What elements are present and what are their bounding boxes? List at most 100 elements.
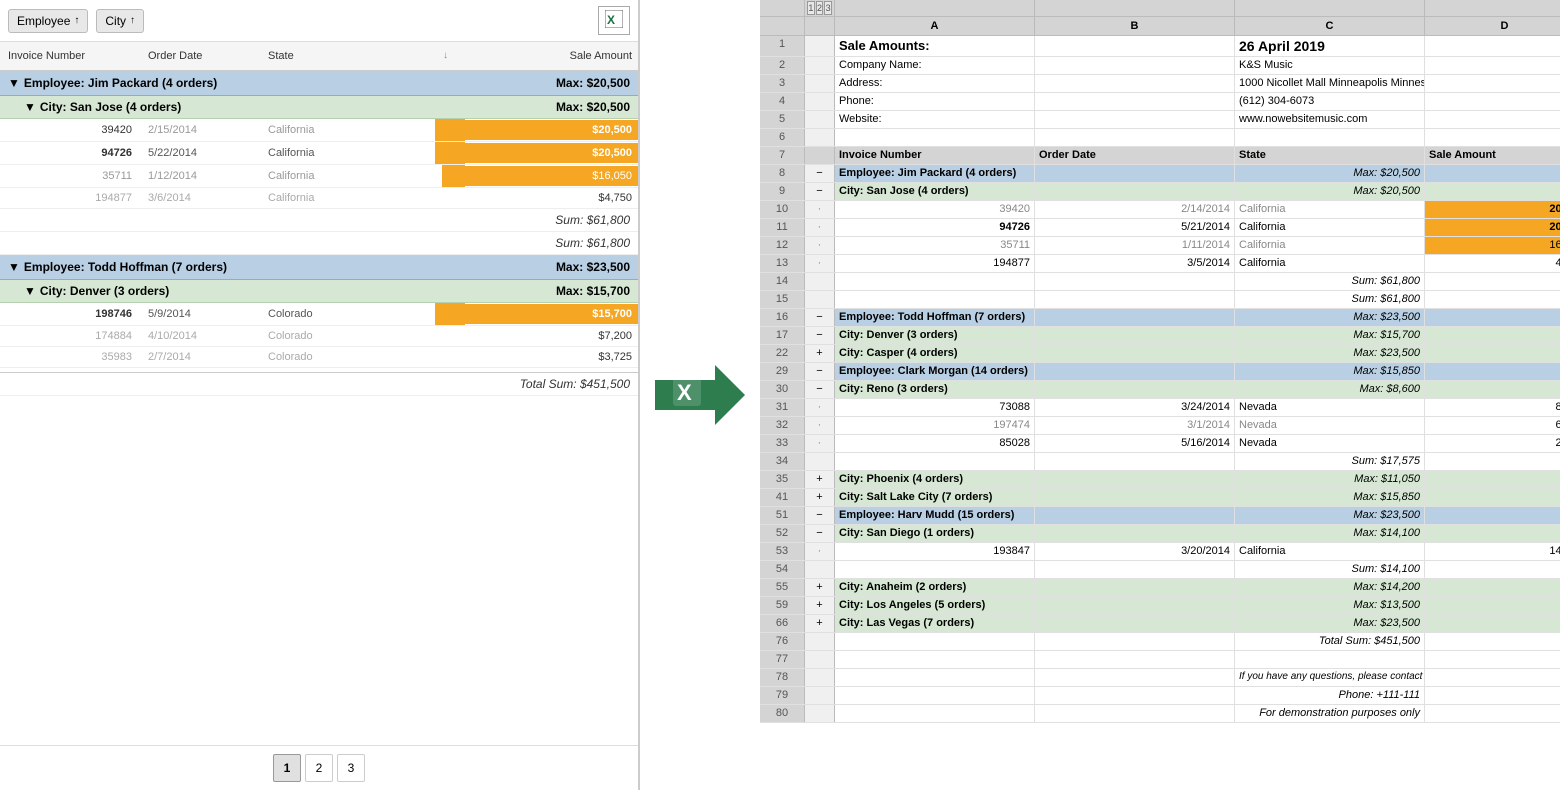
row-num: 10 [760,201,805,218]
cell-D1 [1425,36,1560,56]
page-1-button[interactable]: 1 [273,754,301,782]
outline-level-2[interactable]: 2 [816,1,824,15]
cell-C76: Total Sum: $451,500 [1235,633,1425,650]
row-ctrl: · [805,201,835,218]
city-expand-icon[interactable]: ▼ [24,100,36,114]
row-ctrl[interactable]: + [805,579,835,596]
left-data-body[interactable]: ▼ Employee: Jim Packard (4 orders) Max: … [0,71,638,745]
city-group-denver: ▼ City: Denver (3 orders) Max: $15,700 [0,280,638,303]
row-ctrl[interactable]: − [805,525,835,542]
cell-B31: 3/24/2014 [1035,399,1235,416]
excel-row-3: 3 Address: 1000 Nicollet Mall Minneapoli… [760,75,1560,93]
cell-A53: 193847 [835,543,1035,560]
row-ctrl[interactable]: + [805,489,835,506]
cell-C8: Max: $20,500 [1235,165,1425,182]
cell-A32: 197474 [835,417,1035,434]
cell-D32: 6400 [1425,417,1560,434]
row-ctrl[interactable]: + [805,345,835,362]
cell-A5: Website: [835,111,1035,128]
bar-cell [435,303,465,325]
row-num: 54 [760,561,805,578]
emp-expand-icon[interactable]: ▼ [8,260,20,274]
row-ctrl: · [805,543,835,560]
cell-C17: Max: $15,700 [1235,327,1425,344]
sort-employee-arrow: ↑ [74,15,79,26]
cell-C11: California [1235,219,1425,236]
city-max-value: Max: $15,700 [470,280,638,302]
sale-amount: $20,500 [465,120,638,140]
row-ctrl[interactable]: − [805,165,835,182]
excel-row-66: 66 + City: Las Vegas (7 orders) Max: $23… [760,615,1560,633]
cell-C54: Sum: $14,100 [1235,561,1425,578]
excel-row-76: 76 Total Sum: $451,500 [760,633,1560,651]
cell-A6 [835,129,1035,146]
cell-D66 [1425,615,1560,632]
cell-A80 [835,705,1035,722]
excel-row-79: 79 Phone: +111-111 [760,687,1560,705]
cell-C51: Max: $23,500 [1235,507,1425,524]
cell-A29: Employee: Clark Morgan (14 orders) [835,363,1035,380]
cell-C34: Sum: $17,575 [1235,453,1425,470]
export-excel-button[interactable]: X [598,6,630,35]
sale-amount: $15,700 [465,304,638,324]
col-header-B: B [1035,17,1235,35]
cell-C53: California [1235,543,1425,560]
employee-group-jim-packard: ▼ Employee: Jim Packard (4 orders) Max: … [0,71,638,96]
row-num: 6 [760,129,805,146]
city-sum-row: Sum: $61,800 [0,209,638,232]
cell-C32: Nevada [1235,417,1425,434]
row-ctrl[interactable]: − [805,363,835,380]
invoice-number: 35711 [0,166,140,186]
outline-ctrl-col: 1 2 3 [805,0,835,16]
row-ctrl[interactable]: + [805,615,835,632]
sort-employee-button[interactable]: Employee ↑ [8,9,88,33]
excel-container: 1 2 3 A B C D 1 Sale Amounts: [760,0,1560,790]
cell-C33: Nevada [1235,435,1425,452]
cell-B80 [1035,705,1235,722]
cell-B32: 3/1/2014 [1035,417,1235,434]
cell-A51: Employee: Harv Mudd (15 orders) [835,507,1035,524]
left-panel: Employee ↑ City ↑ X Invoice Number Order… [0,0,640,790]
pagination: 1 2 3 [0,745,638,790]
cell-C1: 26 April 2019 [1235,36,1425,56]
city-expand-icon[interactable]: ▼ [24,284,36,298]
outline-level-3[interactable]: 3 [824,1,832,15]
cell-B53: 3/20/2014 [1035,543,1235,560]
table-column-headers: Invoice Number Order Date State ↓ Sale A… [0,42,638,71]
cell-C6 [1235,129,1425,146]
row-ctrl[interactable]: − [805,327,835,344]
outline-col-a [835,0,1035,16]
page-3-button[interactable]: 3 [337,754,365,782]
cell-A12: 35711 [835,237,1035,254]
cell-D16 [1425,309,1560,326]
col-sort-indicator: ↓ [435,46,465,66]
row-ctrl[interactable]: + [805,597,835,614]
sort-city-button[interactable]: City ↑ [96,9,144,33]
cell-B52 [1035,525,1235,542]
row-ctrl[interactable]: − [805,183,835,200]
page-2-button[interactable]: 2 [305,754,333,782]
row-num: 9 [760,183,805,200]
row-ctrl[interactable]: − [805,381,835,398]
cell-B10: 2/14/2014 [1035,201,1235,218]
row-num: 7 [760,147,805,164]
row-ctrl[interactable]: − [805,309,835,326]
cell-B59 [1035,597,1235,614]
order-date: 1/12/2014 [140,166,260,186]
excel-row-33: 33 · 85028 5/16/2014 Nevada 2575 [760,435,1560,453]
cell-D41 [1425,489,1560,506]
cell-A34 [835,453,1035,470]
order-date: 5/9/2014 [140,304,260,324]
cell-D76 [1425,633,1560,650]
cell-A1[interactable]: Sale Amounts: [835,36,1035,56]
excel-body[interactable]: 1 Sale Amounts: 26 April 2019 2 Company … [760,36,1560,790]
cell-B76 [1035,633,1235,650]
emp-expand-icon[interactable]: ▼ [8,76,20,90]
outline-level-1[interactable]: 1 [807,1,815,15]
row-ctrl[interactable]: − [805,507,835,524]
sale-amount: $16,050 [465,166,638,186]
order-date: 2/7/2014 [140,347,260,367]
row-ctrl[interactable]: + [805,471,835,488]
col-header-A: A [835,17,1035,35]
cell-C9: Max: $20,500 [1235,183,1425,200]
